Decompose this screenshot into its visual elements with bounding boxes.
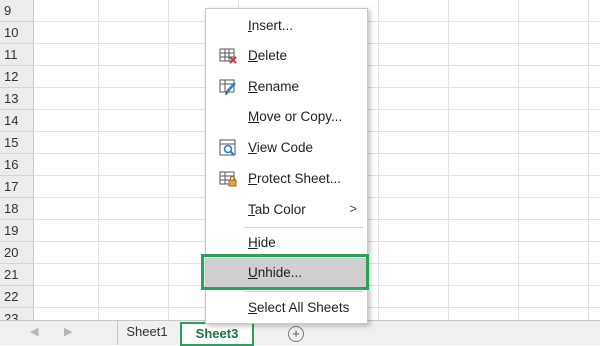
row-header-16[interactable]: 16 <box>0 154 34 176</box>
sheet-tab-sheet3[interactable]: Sheet3 <box>180 322 254 346</box>
menu-item-label: Protect Sheet... <box>248 171 342 186</box>
unhide-highlight-outline <box>201 254 369 290</box>
sheet-tab-sheet1[interactable]: Sheet1 <box>117 321 176 345</box>
scroll-tabs-left-icon[interactable]: ◀ <box>30 325 38 338</box>
row-header-14[interactable]: 14 <box>0 110 34 132</box>
menu-separator <box>244 291 363 292</box>
row-header-9[interactable]: 9 <box>0 0 34 22</box>
menu-item-label: Rename <box>248 79 300 94</box>
menu-item-label: View Code <box>248 140 314 155</box>
menu-item-label: Delete <box>248 48 288 63</box>
menu-item-protect-sheet[interactable]: Protect Sheet... <box>206 164 367 194</box>
row-header-12[interactable]: 12 <box>0 66 34 88</box>
row-header-21[interactable]: 21 <box>0 264 34 286</box>
menu-item-view-code[interactable]: View Code <box>206 133 367 163</box>
menu-item-move-or-copy[interactable]: Move or Copy... <box>206 102 367 132</box>
scroll-tabs-right-icon[interactable]: ▶ <box>64 325 72 338</box>
protect-sheet-icon <box>218 169 238 189</box>
row-header-22[interactable]: 22 <box>0 286 34 308</box>
row-header-11[interactable]: 11 <box>0 44 34 66</box>
row-header-15[interactable]: 15 <box>0 132 34 154</box>
delete-sheet-icon <box>218 46 238 66</box>
row-header-18[interactable]: 18 <box>0 198 34 220</box>
row-header-13[interactable]: 13 <box>0 88 34 110</box>
row-header-17[interactable]: 17 <box>0 176 34 198</box>
menu-item-rename[interactable]: Rename <box>206 72 367 102</box>
menu-item-label: Hide <box>248 235 276 250</box>
grid-line <box>168 0 169 320</box>
row-header-20[interactable]: 20 <box>0 242 34 264</box>
submenu-arrow-icon: > <box>349 201 357 216</box>
grid-line <box>98 0 99 320</box>
menu-item-tab-color[interactable]: Tab Color > <box>206 195 367 225</box>
menu-item-label: Select All Sheets <box>248 300 350 315</box>
menu-item-label: Tab Color <box>248 202 306 217</box>
menu-item-select-all-sheets[interactable]: Select All Sheets <box>206 293 367 323</box>
rename-sheet-icon <box>218 77 238 97</box>
menu-item-label: Move or Copy... <box>248 109 343 124</box>
grid-line <box>448 0 449 320</box>
row-header-23[interactable]: 23 <box>0 308 34 320</box>
menu-item-label: Insert... <box>248 18 294 33</box>
menu-item-insert[interactable]: Insert... <box>206 11 367 41</box>
grid-line <box>588 0 589 320</box>
row-header-10[interactable]: 10 <box>0 22 34 44</box>
row-header-19[interactable]: 19 <box>0 220 34 242</box>
menu-item-delete[interactable]: Delete <box>206 41 367 71</box>
view-code-icon <box>218 138 238 158</box>
grid-line <box>378 0 379 320</box>
grid-line <box>518 0 519 320</box>
new-sheet-button[interactable]: + <box>288 326 304 342</box>
